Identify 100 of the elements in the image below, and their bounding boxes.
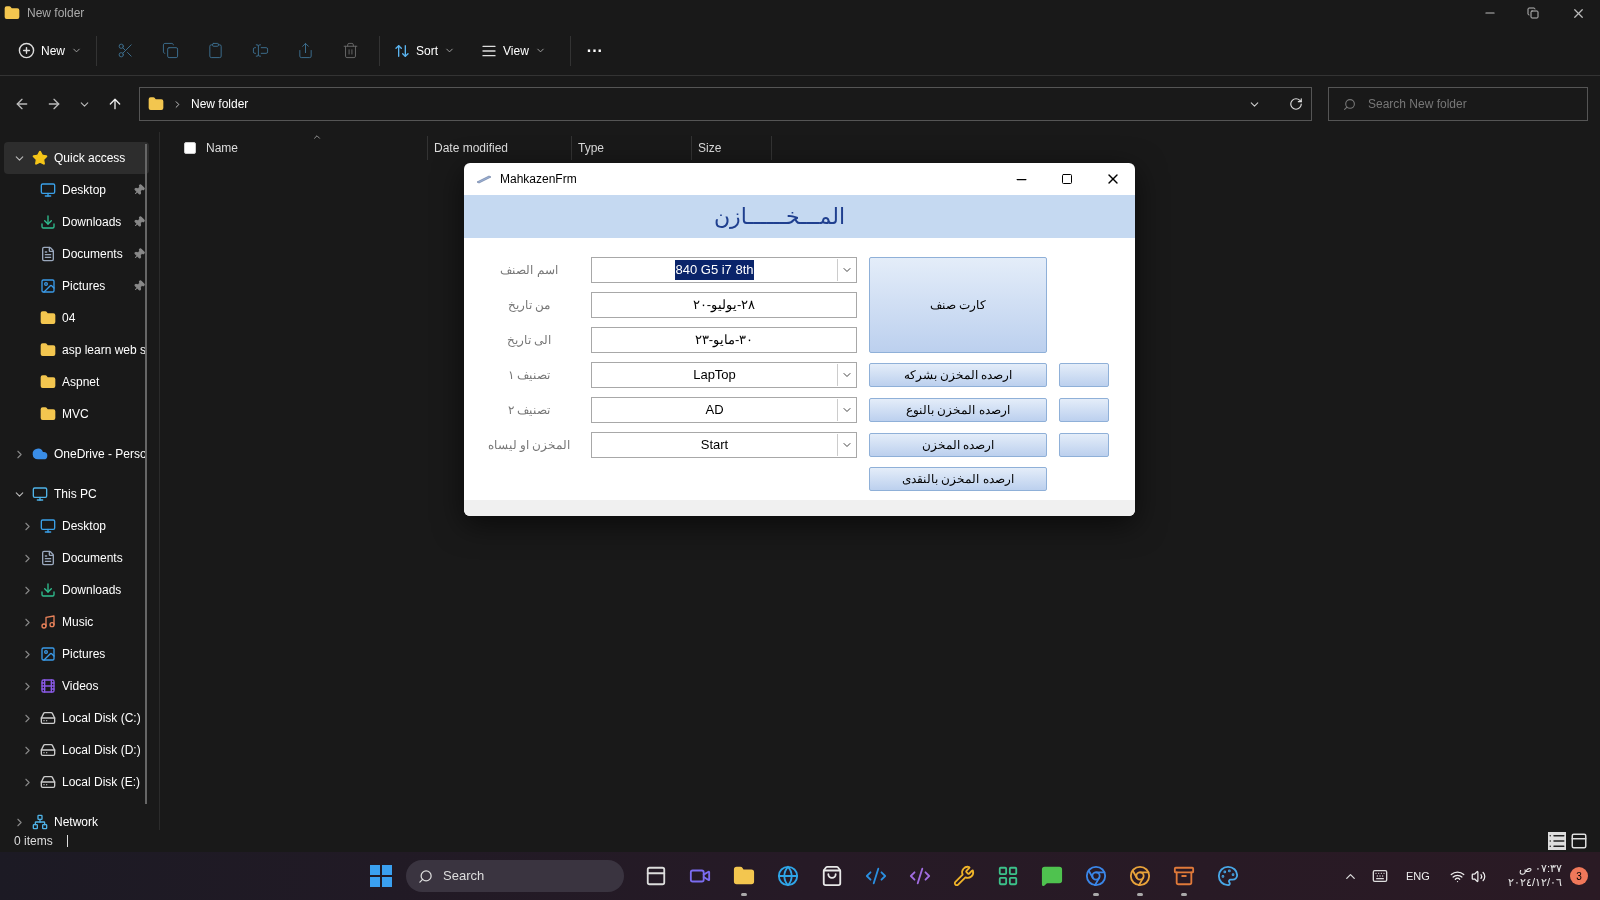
sidebar-item[interactable]: This PC xyxy=(4,478,149,510)
window-icon xyxy=(645,865,667,887)
search-placeholder: Search New folder xyxy=(1368,96,1467,113)
text-field[interactable]: ٢٨-يوليو-٢٠ xyxy=(591,292,857,318)
combo-box[interactable]: 840 G5 i7 8th xyxy=(591,257,857,283)
folder-icon xyxy=(733,865,755,887)
select-all-checkbox[interactable] xyxy=(184,142,196,154)
sidebar-label: Local Disk (C:) xyxy=(62,710,142,727)
more-button[interactable]: ··· xyxy=(576,38,613,63)
sidebar-item[interactable]: Documents xyxy=(4,238,149,270)
window-title: New folder xyxy=(27,5,85,22)
sidebar-item[interactable]: Local Disk (C:) xyxy=(4,702,149,734)
details-view-icon[interactable] xyxy=(1548,832,1566,850)
sidebar-label: This PC xyxy=(54,486,98,503)
palette-icon xyxy=(1217,865,1239,887)
text-field[interactable]: ٣٠-مايو-٢٣ xyxy=(591,327,857,353)
field-value: ٣٠-مايو-٢٣ xyxy=(694,331,754,350)
tiles-view-icon[interactable] xyxy=(1570,832,1588,850)
column-header[interactable]: Size xyxy=(698,139,722,157)
report-button[interactable]: ارصده المخزن بالنوع xyxy=(869,398,1047,422)
clock-time[interactable]: ٠٧:٣٧ ص xyxy=(1518,862,1562,876)
picture-icon xyxy=(40,278,56,294)
new-button[interactable]: New xyxy=(18,41,90,60)
sidebar-label: Aspnet xyxy=(62,374,101,391)
sidebar-item[interactable]: asp learn web s xyxy=(4,334,149,366)
form-heading: المـــخــــــازن xyxy=(713,203,846,231)
folder-icon xyxy=(40,406,56,422)
drive-icon xyxy=(40,742,56,758)
sidebar-item[interactable]: Music xyxy=(4,606,149,638)
paste-icon[interactable] xyxy=(207,42,224,59)
sidebar-item[interactable]: MVC xyxy=(4,398,149,430)
rename-icon[interactable] xyxy=(252,42,269,59)
wifi-icon[interactable] xyxy=(1449,868,1465,884)
restore-icon[interactable] xyxy=(1527,7,1539,19)
windows-logo-icon[interactable] xyxy=(370,865,392,887)
sidebar-label: 04 xyxy=(62,310,77,327)
column-header[interactable]: Name xyxy=(206,139,238,157)
cut-icon[interactable] xyxy=(117,42,134,59)
sidebar-item[interactable]: Videos xyxy=(4,670,149,702)
item-card-button[interactable]: كارت صنف xyxy=(869,257,1047,353)
share-icon[interactable] xyxy=(297,42,314,59)
wrench-icon xyxy=(953,865,975,887)
maximize-icon[interactable] xyxy=(1061,173,1073,185)
sidebar-item[interactable]: Desktop xyxy=(4,174,149,206)
back-icon[interactable] xyxy=(14,96,30,112)
refresh-icon[interactable] xyxy=(1289,97,1303,111)
sidebar-item[interactable]: Pictures xyxy=(4,638,149,670)
sidebar-item[interactable]: Aspnet xyxy=(4,366,149,398)
download-icon xyxy=(40,214,56,230)
sort-button[interactable]: Sort xyxy=(386,41,464,60)
keyboard-icon[interactable] xyxy=(1372,868,1389,884)
report-button[interactable]: ارصده المخزن بالنقدى xyxy=(869,467,1047,491)
combo-box[interactable]: LapTop xyxy=(591,362,857,388)
sidebar-label: Local Disk (D:) xyxy=(62,742,142,759)
field-value: ٢٨-يوليو-٢٠ xyxy=(692,296,756,315)
sidebar-item[interactable]: 04 xyxy=(4,302,149,334)
browser-icon xyxy=(1085,865,1107,887)
search-field[interactable]: Search New folder xyxy=(1328,87,1588,121)
bag-icon xyxy=(821,865,843,887)
sidebar-item[interactable]: Quick access xyxy=(4,142,149,174)
copy-icon[interactable] xyxy=(162,42,179,59)
column-header[interactable]: Date modified xyxy=(434,139,509,157)
sort-icon xyxy=(394,42,410,59)
address-bar[interactable]: New folder xyxy=(139,87,1312,121)
film-icon xyxy=(40,678,56,694)
search-label: Search xyxy=(443,867,485,886)
drive-icon xyxy=(40,774,56,790)
sidebar-item[interactable]: Local Disk (D:) xyxy=(4,734,149,766)
sidebar-label: Network xyxy=(54,814,99,831)
field-value: AD xyxy=(705,401,724,420)
code-icon xyxy=(865,865,887,887)
sidebar-label: Downloads xyxy=(62,582,123,599)
column-header[interactable]: Type xyxy=(578,139,604,157)
item-count: 0 items xyxy=(14,833,53,850)
field-value: LapTop xyxy=(693,366,736,385)
sidebar-item[interactable]: Downloads xyxy=(4,206,149,238)
browser-icon xyxy=(1129,865,1151,887)
breadcrumb[interactable]: New folder xyxy=(191,95,249,113)
sidebar-label: Quick access xyxy=(54,150,127,167)
notification-badge[interactable]: 3 xyxy=(1570,867,1588,885)
language-indicator[interactable]: ENG xyxy=(1406,867,1430,885)
combo-box[interactable]: AD xyxy=(591,397,857,423)
report-button[interactable]: ارصده المخزن بشركه xyxy=(869,363,1047,387)
report-button[interactable]: ارصده المخزن xyxy=(869,433,1047,457)
sidebar-item[interactable]: Desktop xyxy=(4,510,149,542)
grid-icon xyxy=(997,865,1019,887)
taskbar-search[interactable]: Search xyxy=(406,860,624,892)
sidebar-item[interactable]: Local Disk (E:) xyxy=(4,766,149,798)
view-button[interactable]: View xyxy=(463,41,564,60)
sidebar-item[interactable]: Documents xyxy=(4,542,149,574)
trash-icon[interactable] xyxy=(342,42,359,59)
sidebar-item[interactable]: Pictures xyxy=(4,270,149,302)
clock-date[interactable]: ٢٠٢٤/١٢/٠٦ xyxy=(1507,876,1562,890)
combo-box[interactable]: Start xyxy=(591,432,857,458)
sidebar-item[interactable]: Downloads xyxy=(4,574,149,606)
volume-icon[interactable] xyxy=(1470,868,1486,884)
forward-icon[interactable] xyxy=(46,96,62,112)
up-icon[interactable] xyxy=(107,96,123,112)
folder-icon xyxy=(40,310,56,326)
document-icon xyxy=(40,550,56,566)
